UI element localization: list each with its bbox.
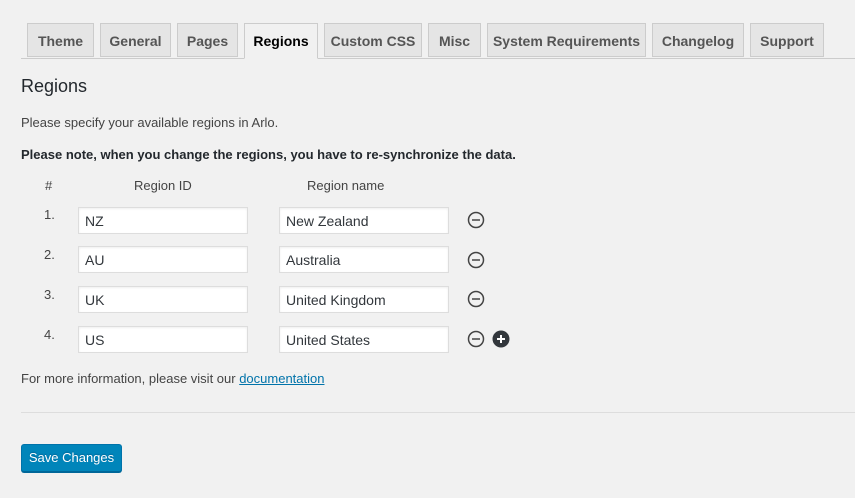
- remove-region-icon[interactable]: [467, 211, 485, 229]
- region-id-input[interactable]: [78, 326, 248, 353]
- tab-regions[interactable]: Regions: [244, 23, 318, 59]
- tab-misc[interactable]: Misc: [428, 23, 481, 57]
- documentation-link[interactable]: documentation: [239, 371, 324, 386]
- section-divider: [21, 412, 855, 413]
- row-number: 1.: [44, 207, 55, 222]
- remove-region-icon[interactable]: [467, 251, 485, 269]
- row-number: 2.: [44, 247, 55, 262]
- region-name-input[interactable]: [279, 286, 449, 313]
- save-changes-button[interactable]: Save Changes: [21, 444, 122, 472]
- resync-note: Please note, when you change the regions…: [21, 147, 516, 162]
- region-name-input[interactable]: [279, 326, 449, 353]
- region-id-input[interactable]: [78, 246, 248, 273]
- page-title: Regions: [21, 76, 88, 96]
- tab-pages[interactable]: Pages: [177, 23, 238, 57]
- region-id-input[interactable]: [78, 286, 248, 313]
- more-info-prefix: For more information, please visit our: [21, 371, 240, 386]
- remove-region-icon[interactable]: [467, 330, 485, 348]
- add-region-icon[interactable]: [492, 330, 510, 348]
- tab-support[interactable]: Support: [750, 23, 824, 57]
- column-header-region-id: Region ID: [134, 178, 192, 193]
- region-id-input[interactable]: [78, 207, 248, 234]
- tab-custom-css[interactable]: Custom CSS: [324, 23, 422, 57]
- row-number: 3.: [44, 287, 55, 302]
- tabs-divider: [21, 58, 855, 59]
- column-header-region-name: Region name: [307, 178, 385, 193]
- tab-system-requirements[interactable]: System Requirements: [487, 23, 646, 57]
- row-number: 4.: [44, 327, 55, 342]
- remove-region-icon[interactable]: [467, 290, 485, 308]
- column-header-number: #: [45, 178, 53, 193]
- region-name-input[interactable]: [279, 246, 449, 273]
- settings-tabs: Theme General Pages Regions Custom CSS M…: [0, 23, 855, 59]
- tab-theme[interactable]: Theme: [27, 23, 94, 57]
- region-name-input[interactable]: [279, 207, 449, 234]
- tab-changelog[interactable]: Changelog: [652, 23, 744, 57]
- tab-general[interactable]: General: [100, 23, 171, 57]
- section-description: Please specify your available regions in…: [21, 115, 279, 130]
- more-info-text: For more information, please visit our d…: [21, 371, 324, 386]
